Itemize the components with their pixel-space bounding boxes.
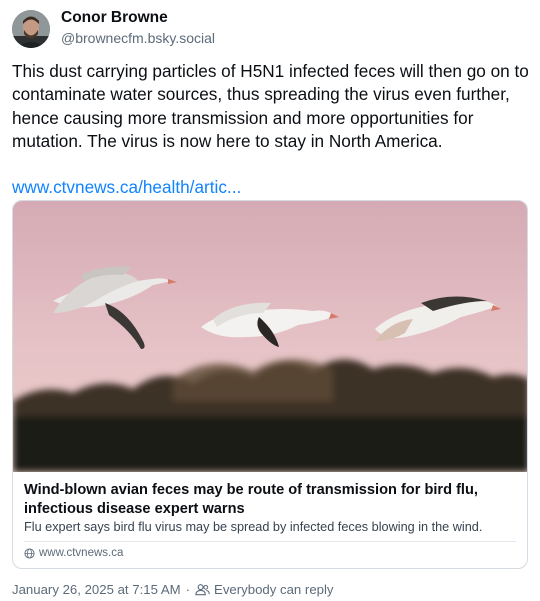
post: Conor Browne @brownecfm.bsky.social This… xyxy=(0,0,540,601)
link-card[interactable]: Wind-blown avian feces may be route of t… xyxy=(12,200,528,569)
people-icon xyxy=(195,584,210,596)
card-description: Flu expert says bird flu virus may be sp… xyxy=(24,520,483,534)
author-handle[interactable]: @brownecfm.bsky.social xyxy=(61,30,215,46)
timestamp[interactable]: January 26, 2025 at 7:15 AM xyxy=(12,582,181,597)
card-divider xyxy=(24,541,516,542)
card-title[interactable]: Wind-blown avian feces may be route of t… xyxy=(24,481,518,519)
post-link[interactable]: www.ctvnews.ca/health/artic... xyxy=(12,176,532,199)
globe-icon xyxy=(24,547,35,559)
post-body: This dust carrying particles of H5N1 inf… xyxy=(12,60,532,199)
card-image-snow-geese xyxy=(13,201,527,472)
card-source-domain: www.ctvnews.ca xyxy=(39,547,124,559)
card-source[interactable]: www.ctvnews.ca xyxy=(24,547,123,559)
post-meta: January 26, 2025 at 7:15 AM · Everybody … xyxy=(12,582,334,597)
avatar-image xyxy=(12,10,50,48)
separator-dot: · xyxy=(185,582,191,597)
avatar[interactable] xyxy=(12,10,50,48)
post-text: This dust carrying particles of H5N1 inf… xyxy=(12,61,529,151)
reply-setting[interactable]: Everybody can reply xyxy=(214,582,333,597)
author-name[interactable]: Conor Browne xyxy=(61,9,168,27)
